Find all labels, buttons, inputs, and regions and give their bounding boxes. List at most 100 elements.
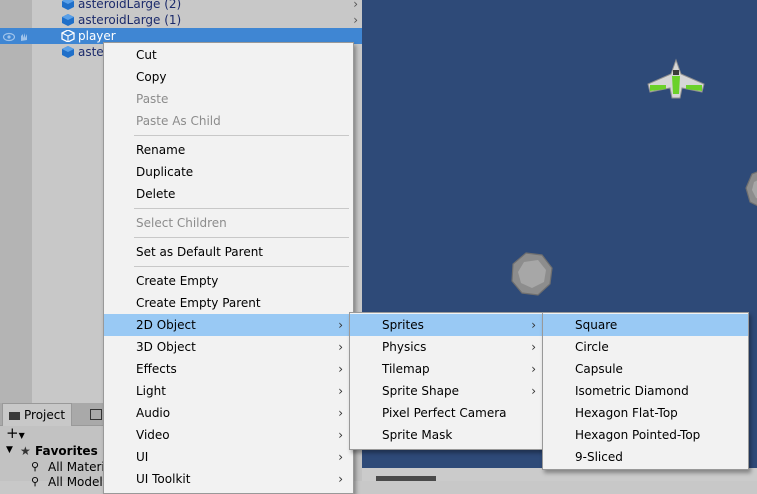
menu-item-select-children[interactable]: Select Children [104,212,353,234]
favorites-item-label: All Materi [48,460,105,474]
menu-item-physics[interactable]: Physics › [350,336,546,358]
console-icon [90,409,102,420]
menu-item-delete[interactable]: Delete [104,183,353,205]
menu-item-ui[interactable]: UI › [104,446,353,468]
menu-item-label: Hexagon Flat-Top [575,406,678,420]
menu-item-label: Light [136,384,166,398]
menu-item-label: Physics [382,340,427,354]
search-icon: ⚲ [31,460,40,473]
menu-item-ui-toolkit[interactable]: UI Toolkit › [104,468,353,490]
player-ship-sprite [647,58,705,99]
menu-item-sprites[interactable]: Sprites › [350,314,546,336]
menu-item-square[interactable]: Square [543,314,748,336]
menu-item-rename[interactable]: Rename [104,139,353,161]
menu-item-2d-object[interactable]: 2D Object › [104,314,353,336]
menu-item-label: 3D Object [136,340,196,354]
menu-item-label: Duplicate [136,165,194,179]
menu-item-duplicate[interactable]: Duplicate [104,161,353,183]
gameobject-cube-icon [62,46,74,58]
menu-item-label: Paste As Child [136,114,221,128]
expand-triangle-icon[interactable]: ▼ [6,445,13,455]
menu-item-3d-object[interactable]: 3D Object › [104,336,353,358]
pickability-hand-icon[interactable] [18,31,30,41]
add-button[interactable]: +▼ [6,424,25,445]
menu-item-tilemap[interactable]: Tilemap › [350,358,546,380]
menu-item-label: Create Empty Parent [136,296,261,310]
menu-item-sprite-mask[interactable]: Sprite Mask [350,424,546,446]
chevron-right-icon: › [338,362,343,376]
menu-item-set-default-parent[interactable]: Set as Default Parent [104,241,353,263]
menu-item-label: Circle [575,340,609,354]
menu-item-9-sliced[interactable]: 9-Sliced [543,446,748,468]
hierarchy-gutter [0,0,32,403]
menu-item-capsule[interactable]: Capsule [543,358,748,380]
chevron-right-icon: › [338,384,343,398]
menu-item-cut[interactable]: Cut [104,44,353,66]
chevron-right-icon[interactable]: › [353,12,358,28]
chevron-right-icon: › [338,472,343,486]
hierarchy-row[interactable]: asteroidLarge (1) › [0,12,362,28]
menu-separator [134,135,349,136]
favorites-star-icon: ★ [20,444,31,458]
chevron-right-icon: › [338,318,343,332]
menu-item-pixel-perfect-camera[interactable]: Pixel Perfect Camera [350,402,546,424]
menu-item-label: Sprite Mask [382,428,453,442]
chevron-right-icon: › [338,340,343,354]
menu-item-label: Video [136,428,170,442]
menu-item-create-empty-parent[interactable]: Create Empty Parent [104,292,353,314]
chevron-right-icon[interactable]: › [353,0,358,12]
gameobject-cube-icon [62,14,74,26]
asteroid-sprite-partial [745,171,757,207]
menu-item-isometric-diamond[interactable]: Isometric Diamond [543,380,748,402]
chevron-right-icon: › [531,384,536,398]
hierarchy-row[interactable]: asteroidLarge (2) › [0,0,362,12]
toolbar-control[interactable] [376,476,436,481]
menu-item-label: Copy [136,70,167,84]
menu-separator [134,208,349,209]
asteroid-sprite [511,252,553,296]
menu-item-label: 9-Sliced [575,450,623,464]
menu-item-sprite-shape[interactable]: Sprite Shape › [350,380,546,402]
menu-item-label: Sprites [382,318,424,332]
tab-project[interactable]: Project [2,403,73,426]
menu-item-label: Delete [136,187,176,201]
menu-item-circle[interactable]: Circle [543,336,748,358]
menu-item-video[interactable]: Video › [104,424,353,446]
chevron-right-icon: › [531,318,536,332]
menu-separator [134,266,349,267]
chevron-right-icon: › [338,406,343,420]
chevron-right-icon: › [338,428,343,442]
menu-item-label: 2D Object [136,318,196,332]
menu-item-label: Set as Default Parent [136,245,264,259]
menu-item-label: Sprite Shape [382,384,459,398]
menu-item-label: Square [575,318,618,332]
menu-separator [134,237,349,238]
menu-item-paste[interactable]: Paste [104,88,353,110]
context-menu: Cut Copy Paste Paste As Child Rename Dup… [103,42,354,494]
menu-item-create-empty[interactable]: Create Empty [104,270,353,292]
menu-item-audio[interactable]: Audio › [104,402,353,424]
menu-item-label: Create Empty [136,274,219,288]
hierarchy-row-label: asteroidLarge (2) [78,0,182,11]
menu-item-label: Rename [136,143,186,157]
visibility-eye-icon[interactable] [2,31,16,42]
chevron-down-icon: ▼ [18,431,25,440]
menu-item-label: Capsule [575,362,623,376]
menu-item-label: Paste [136,92,169,106]
menu-item-copy[interactable]: Copy [104,66,353,88]
submenu-sprites: Square Circle Capsule Isometric Diamond … [542,312,749,470]
menu-item-label: Pixel Perfect Camera [382,406,507,420]
hierarchy-row-label: asteroidLarge (1) [78,13,182,27]
menu-item-effects[interactable]: Effects › [104,358,353,380]
menu-item-light[interactable]: Light › [104,380,353,402]
menu-item-label: Isometric Diamond [575,384,689,398]
menu-item-hexagon-flat-top[interactable]: Hexagon Flat-Top [543,402,748,424]
menu-item-paste-as-child[interactable]: Paste As Child [104,110,353,132]
menu-item-hexagon-pointed-top[interactable]: Hexagon Pointed-Top [543,424,748,446]
search-icon: ⚲ [31,475,40,488]
menu-item-label: Select Children [136,216,227,230]
tab-project-label: Project [24,408,66,422]
chevron-right-icon: › [338,450,343,464]
favorites-item-label: All Model [48,475,103,489]
menu-item-label: UI [136,450,149,464]
